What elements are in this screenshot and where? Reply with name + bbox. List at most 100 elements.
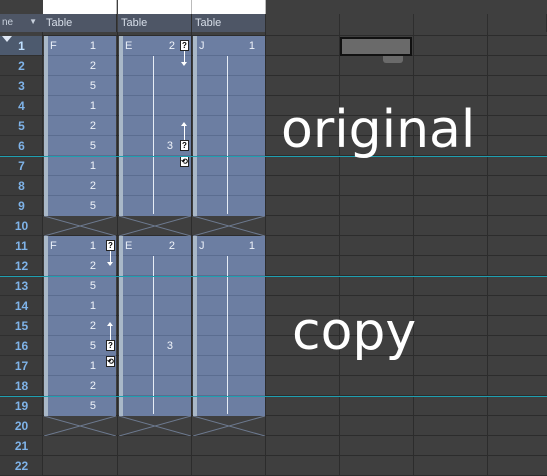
column-header-top[interactable] bbox=[266, 0, 340, 14]
row-number[interactable]: 14 bbox=[0, 296, 43, 316]
row-number[interactable]: 8 bbox=[0, 176, 43, 196]
column-header-3[interactable]: Table bbox=[192, 14, 266, 32]
empty-separator bbox=[44, 416, 116, 436]
row-number[interactable]: 9 bbox=[0, 196, 43, 216]
arrow-down-icon bbox=[181, 62, 187, 66]
column-header-5[interactable] bbox=[340, 14, 414, 32]
row-separator bbox=[48, 195, 116, 196]
row-separator bbox=[48, 315, 116, 316]
row-number[interactable]: 15 bbox=[0, 316, 43, 336]
row-number[interactable]: 22 bbox=[0, 456, 43, 476]
lock-icon[interactable]: ? bbox=[180, 40, 189, 51]
row-number[interactable]: 7 bbox=[0, 156, 43, 176]
lock-icon[interactable]: ? bbox=[106, 340, 115, 351]
pattern-clip[interactable]: J1 bbox=[193, 236, 265, 416]
cell-value: 1 bbox=[89, 160, 96, 172]
row-number[interactable]: 6 bbox=[0, 136, 43, 156]
row-number[interactable]: 12 bbox=[0, 256, 43, 276]
row-number[interactable]: 18 bbox=[0, 376, 43, 396]
row-number[interactable]: 5 bbox=[0, 116, 43, 136]
cell-value: 2 bbox=[168, 240, 175, 252]
row-separator bbox=[197, 55, 265, 56]
row-separator bbox=[48, 135, 116, 136]
link-icon[interactable]: ⟲ bbox=[106, 356, 115, 367]
column-header-top[interactable] bbox=[192, 0, 266, 14]
value-line bbox=[227, 256, 228, 414]
column-header-7[interactable] bbox=[488, 14, 547, 32]
link-icon[interactable]: ⟲ bbox=[180, 156, 189, 167]
row-separator bbox=[123, 75, 191, 76]
cell-value: 2 bbox=[89, 380, 96, 392]
lock-icon[interactable]: ? bbox=[180, 140, 189, 151]
annotation-original: original bbox=[281, 100, 476, 160]
pattern-clip[interactable]: F 1 2 5 1 2 5 1 2 5 bbox=[44, 236, 116, 416]
cell-value: 1 bbox=[89, 240, 96, 252]
empty-separator bbox=[119, 216, 191, 236]
column-header-6[interactable] bbox=[414, 14, 488, 32]
lock-icon[interactable]: ? bbox=[106, 240, 115, 251]
cell-value: 5 bbox=[89, 140, 96, 152]
pattern-clip[interactable]: F 1 2 5 1 2 5 1 2 5 bbox=[44, 36, 116, 216]
pattern-clip[interactable]: E 2 3 bbox=[119, 236, 191, 416]
arrow-down-icon bbox=[107, 262, 113, 266]
column-header-1[interactable]: Table bbox=[43, 14, 117, 32]
selected-cell[interactable] bbox=[340, 37, 412, 56]
cell-value: 3 bbox=[166, 140, 173, 152]
cross-icon bbox=[119, 416, 191, 436]
chevron-down-icon[interactable]: ▼ bbox=[29, 17, 37, 26]
cell-value: 1 bbox=[248, 40, 255, 52]
pattern-clip[interactable]: J1 bbox=[193, 36, 265, 216]
row-number[interactable]: 20 bbox=[0, 416, 43, 436]
row-number[interactable]: 4 bbox=[0, 96, 43, 116]
clip-label: F bbox=[50, 240, 57, 252]
connector-line bbox=[110, 326, 111, 340]
row-number[interactable]: 10 bbox=[0, 216, 43, 236]
row-separator bbox=[123, 115, 191, 116]
row-number[interactable]: 21 bbox=[0, 436, 43, 456]
column-header-top[interactable] bbox=[340, 0, 414, 14]
clip-edge bbox=[119, 36, 123, 216]
cell-drag-handle[interactable] bbox=[383, 56, 403, 63]
row-number[interactable]: 13 bbox=[0, 276, 43, 296]
row-separator bbox=[123, 175, 191, 176]
row-number[interactable]: 2 bbox=[0, 56, 43, 76]
cross-icon bbox=[119, 216, 191, 236]
clip-label: J bbox=[199, 240, 205, 252]
cell-value: 5 bbox=[89, 400, 96, 412]
row-separator bbox=[48, 75, 116, 76]
pattern-boundary-line bbox=[0, 276, 547, 277]
column-header-top[interactable] bbox=[118, 0, 192, 14]
clip-edge bbox=[44, 236, 48, 416]
cell-value: 1 bbox=[89, 300, 96, 312]
row-number[interactable]: 17 bbox=[0, 356, 43, 376]
cell-value: 5 bbox=[89, 200, 96, 212]
grid-line bbox=[487, 32, 488, 476]
row-separator bbox=[48, 115, 116, 116]
row-marker-icon bbox=[2, 36, 12, 42]
cell-value: 3 bbox=[166, 340, 173, 352]
row-separator bbox=[197, 135, 265, 136]
column-header-top[interactable] bbox=[43, 0, 117, 14]
column-header-top[interactable] bbox=[488, 0, 547, 14]
row-number[interactable]: 16 bbox=[0, 336, 43, 356]
column-header-2[interactable]: Table bbox=[118, 14, 192, 32]
row-separator bbox=[197, 195, 265, 196]
row-separator bbox=[123, 295, 191, 296]
row-separator bbox=[48, 295, 116, 296]
connector-line bbox=[184, 126, 185, 140]
cell-value: 2 bbox=[89, 260, 96, 272]
row-separator bbox=[197, 95, 265, 96]
grid-line bbox=[265, 32, 266, 476]
annotation-copy: copy bbox=[292, 302, 417, 362]
track-name-header[interactable]: ne ▼ bbox=[0, 14, 43, 32]
row-number[interactable]: 3 bbox=[0, 76, 43, 96]
empty-separator bbox=[44, 216, 116, 236]
row-number[interactable]: 11 bbox=[0, 236, 43, 256]
column-header-4[interactable] bbox=[266, 14, 340, 32]
cell-value: 5 bbox=[89, 80, 96, 92]
row-separator bbox=[123, 315, 191, 316]
row-number[interactable]: 19 bbox=[0, 396, 43, 416]
column-header-top[interactable] bbox=[414, 0, 488, 14]
empty-separator bbox=[193, 416, 265, 436]
row-separator bbox=[48, 255, 116, 256]
